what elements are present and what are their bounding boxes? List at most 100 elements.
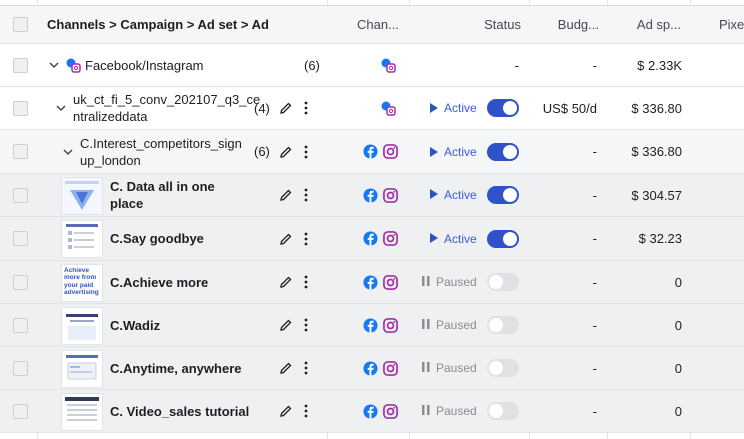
channel-icons <box>363 130 399 173</box>
instagram-icon <box>383 317 398 333</box>
table-row[interactable]: uk_ct_fi_5_conv_202107_q3_ce ntralizeddat… <box>0 87 744 130</box>
more-options-icon[interactable] <box>300 130 312 173</box>
row-checkbox[interactable] <box>13 274 28 290</box>
campaign-name-line: uk_ct_fi_5_conv_202107_q3_ce <box>73 92 261 107</box>
budget-value: - <box>592 360 597 376</box>
edit-pencil-icon[interactable] <box>278 261 294 303</box>
chevron-down-icon[interactable] <box>55 87 69 129</box>
table-row[interactable]: C.Wadiz Paused - 0 <box>0 304 744 347</box>
table-row[interactable]: Achieve more from your paid advertising … <box>0 261 744 304</box>
meta-channels-icon <box>380 44 400 86</box>
ad-thumbnail[interactable] <box>61 349 103 388</box>
select-all-cell[interactable] <box>13 6 33 43</box>
row-checkbox[interactable] <box>13 317 28 333</box>
status-label: Active <box>444 188 477 202</box>
ad-name[interactable]: C.Wadiz <box>110 304 272 346</box>
edit-pencil-icon[interactable] <box>278 390 294 432</box>
ad-thumbnail[interactable] <box>61 176 103 215</box>
more-options-icon[interactable] <box>300 304 312 346</box>
status-toggle[interactable] <box>479 130 523 173</box>
status-toggle[interactable] <box>479 304 523 346</box>
status-toggle[interactable] <box>479 347 523 389</box>
channel-icons <box>363 390 399 432</box>
status-value: - <box>514 57 519 73</box>
edit-pencil-icon[interactable] <box>278 130 294 173</box>
table-row[interactable]: C.Interest_competitors_sign up_london (6)… <box>0 130 744 174</box>
row-checkbox[interactable] <box>13 57 28 73</box>
status-toggle[interactable] <box>479 87 523 129</box>
row-checkbox[interactable] <box>13 403 28 419</box>
campaign-group-name[interactable]: Facebook/Instagram <box>85 44 285 86</box>
ad-name[interactable]: C. Video_sales tutorial <box>110 390 272 432</box>
table-row[interactable]: C.Anytime, anywhere Paused - 0 <box>0 347 744 390</box>
ad-thumbnail[interactable] <box>61 220 103 258</box>
play-icon <box>430 232 438 243</box>
adset-name-line: up_london <box>80 152 141 168</box>
edit-pencil-icon[interactable] <box>278 304 294 346</box>
spend-value: 0 <box>674 317 682 333</box>
facebook-icon <box>363 144 378 159</box>
status-column-header[interactable]: Status <box>409 6 521 43</box>
instagram-icon <box>383 187 398 203</box>
spend-value: $ 336.80 <box>631 144 682 159</box>
pause-icon <box>422 276 430 286</box>
status-label: Paused <box>436 361 477 375</box>
table-row[interactable]: C.Say goodbye Active - $ 32.23 <box>0 217 744 261</box>
channel-icons <box>363 261 399 303</box>
facebook-icon <box>363 231 378 246</box>
channel-icons <box>363 174 399 216</box>
campaign-name-line: ntralizeddata <box>73 109 148 124</box>
status-toggle[interactable] <box>479 261 523 303</box>
budget-column-header[interactable]: Budg... <box>529 6 599 43</box>
select-all-checkbox[interactable] <box>13 17 28 32</box>
adset-name[interactable]: C.Interest_competitors_sign up_london <box>80 130 252 173</box>
row-checkbox[interactable] <box>13 144 28 159</box>
campaign-name[interactable]: uk_ct_fi_5_conv_202107_q3_ce ntralizeddat… <box>73 87 260 129</box>
row-checkbox[interactable] <box>13 100 28 116</box>
status-label: Active <box>444 101 477 115</box>
status-toggle[interactable] <box>479 390 523 432</box>
ad-name[interactable]: C.Anytime, anywhere <box>110 347 272 389</box>
ad-name[interactable]: C. Data all in one place <box>110 174 272 216</box>
row-checkbox[interactable] <box>13 231 28 246</box>
name-column-header[interactable]: Channels > Campaign > Ad set > Ad <box>47 6 322 43</box>
status-toggle[interactable] <box>479 217 523 260</box>
more-options-icon[interactable] <box>300 87 312 129</box>
row-checkbox[interactable] <box>13 187 28 203</box>
more-options-icon[interactable] <box>300 217 312 260</box>
more-options-icon[interactable] <box>300 390 312 432</box>
ad-thumbnail[interactable] <box>61 392 103 431</box>
table-row[interactable]: C. Data all in one place Active - $ 304.5… <box>0 174 744 217</box>
edit-pencil-icon[interactable] <box>278 87 294 129</box>
facebook-icon <box>363 274 378 290</box>
status-toggle[interactable] <box>479 174 523 216</box>
chevron-down-icon[interactable] <box>48 44 62 86</box>
chevron-down-icon[interactable] <box>62 130 76 173</box>
edit-pencil-icon[interactable] <box>278 347 294 389</box>
more-options-icon[interactable] <box>300 347 312 389</box>
ad-name[interactable]: C.Say goodbye <box>110 217 272 260</box>
table-row[interactable]: C. Video_sales tutorial Paused - 0 <box>0 390 744 433</box>
status-label: Paused <box>436 275 477 289</box>
instagram-icon <box>383 403 398 419</box>
channels-column-header[interactable]: Chan... <box>357 6 407 43</box>
channel-icons <box>363 304 399 346</box>
pixel-column-header[interactable]: Pixe <box>719 6 744 43</box>
thumbnail-text: Achieve more from your paid advertising <box>64 266 99 297</box>
budget-value: - <box>592 57 597 73</box>
budget-value: - <box>592 403 597 419</box>
ad-thumbnail[interactable]: Achieve more from your paid advertising <box>61 263 103 302</box>
spend-column-header[interactable]: Ad sp... <box>607 6 681 43</box>
child-count: (6) <box>304 57 320 73</box>
edit-pencil-icon[interactable] <box>278 217 294 260</box>
row-checkbox[interactable] <box>13 360 28 376</box>
edit-pencil-icon[interactable] <box>278 174 294 216</box>
ad-thumbnail[interactable] <box>61 306 103 345</box>
pause-icon <box>422 362 430 372</box>
table-row[interactable]: Facebook/Instagram (6) - - $ 2.33K <box>0 44 744 87</box>
ad-name[interactable]: C.Achieve more <box>110 261 272 303</box>
more-options-icon[interactable] <box>300 261 312 303</box>
status-label: Paused <box>436 404 477 418</box>
channel-icons <box>363 217 399 260</box>
more-options-icon[interactable] <box>300 174 312 216</box>
